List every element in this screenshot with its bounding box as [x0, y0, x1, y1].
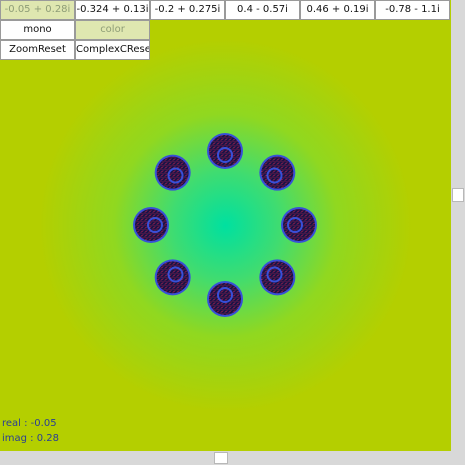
color-mode-button[interactable]: color	[75, 20, 150, 40]
complex-c-reset-button[interactable]: ComplexCReset	[75, 40, 150, 60]
real-readout: real : -0.05	[2, 418, 57, 429]
julia-lobe	[156, 156, 189, 189]
horizontal-scroll-thumb[interactable]	[214, 452, 228, 464]
julia-lobe	[261, 156, 294, 189]
preset-button-5[interactable]: 0.46 + 0.19i	[300, 0, 375, 20]
preset-button-6[interactable]: -0.78 - 1.1i	[375, 0, 450, 20]
preset-button-2[interactable]: -0.324 + 0.13i	[75, 0, 150, 20]
horizontal-scrollbar[interactable]	[0, 451, 451, 465]
preset-button-1[interactable]: -0.05 + 0.28i	[0, 0, 75, 20]
julia-set-canvas[interactable]	[0, 0, 451, 451]
imag-readout: imag : 0.28	[2, 433, 59, 444]
vertical-scrollbar[interactable]	[451, 0, 465, 451]
julia-lobe	[261, 261, 294, 294]
julia-set-image	[0, 0, 451, 451]
preset-button-3[interactable]: -0.2 + 0.275i	[150, 0, 225, 20]
zoom-reset-button[interactable]: ZoomReset	[0, 40, 75, 60]
julia-lobe	[156, 261, 189, 294]
preset-button-4[interactable]: 0.4 - 0.57i	[225, 0, 300, 20]
mono-mode-button[interactable]: mono	[0, 20, 75, 40]
vertical-scroll-thumb[interactable]	[452, 188, 464, 202]
scrollbar-corner	[451, 451, 465, 465]
